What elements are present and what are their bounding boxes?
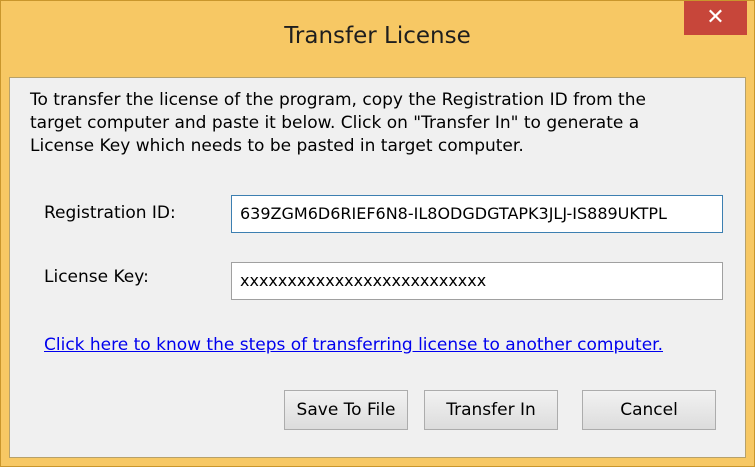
instruction-text: To transfer the license of the program, … bbox=[30, 90, 646, 156]
transfer-license-window: Transfer License ✕ To transfer the licen… bbox=[0, 0, 755, 467]
transfer-in-button[interactable]: Transfer In bbox=[424, 390, 558, 430]
registration-id-field[interactable]: 639ZGM6D6RIEF6N8-IL8ODGDGTAPK3JLJ-IS889U… bbox=[231, 195, 723, 233]
close-icon: ✕ bbox=[706, 5, 725, 30]
cancel-button[interactable]: Cancel bbox=[582, 390, 716, 430]
registration-id-label: Registration ID: bbox=[44, 203, 176, 223]
transfer-steps-link[interactable]: Click here to know the steps of transfer… bbox=[44, 335, 663, 355]
dialog-body: To transfer the license of the program, … bbox=[9, 77, 746, 458]
close-button[interactable]: ✕ bbox=[684, 1, 747, 35]
license-key-field[interactable]: xxxxxxxxxxxxxxxxxxxxxxxxxx bbox=[231, 262, 723, 300]
title-bar[interactable]: Transfer License ✕ bbox=[1, 1, 754, 77]
save-to-file-button[interactable]: Save To File bbox=[284, 390, 408, 430]
license-key-label: License Key: bbox=[44, 267, 149, 287]
window-title: Transfer License bbox=[284, 23, 471, 49]
